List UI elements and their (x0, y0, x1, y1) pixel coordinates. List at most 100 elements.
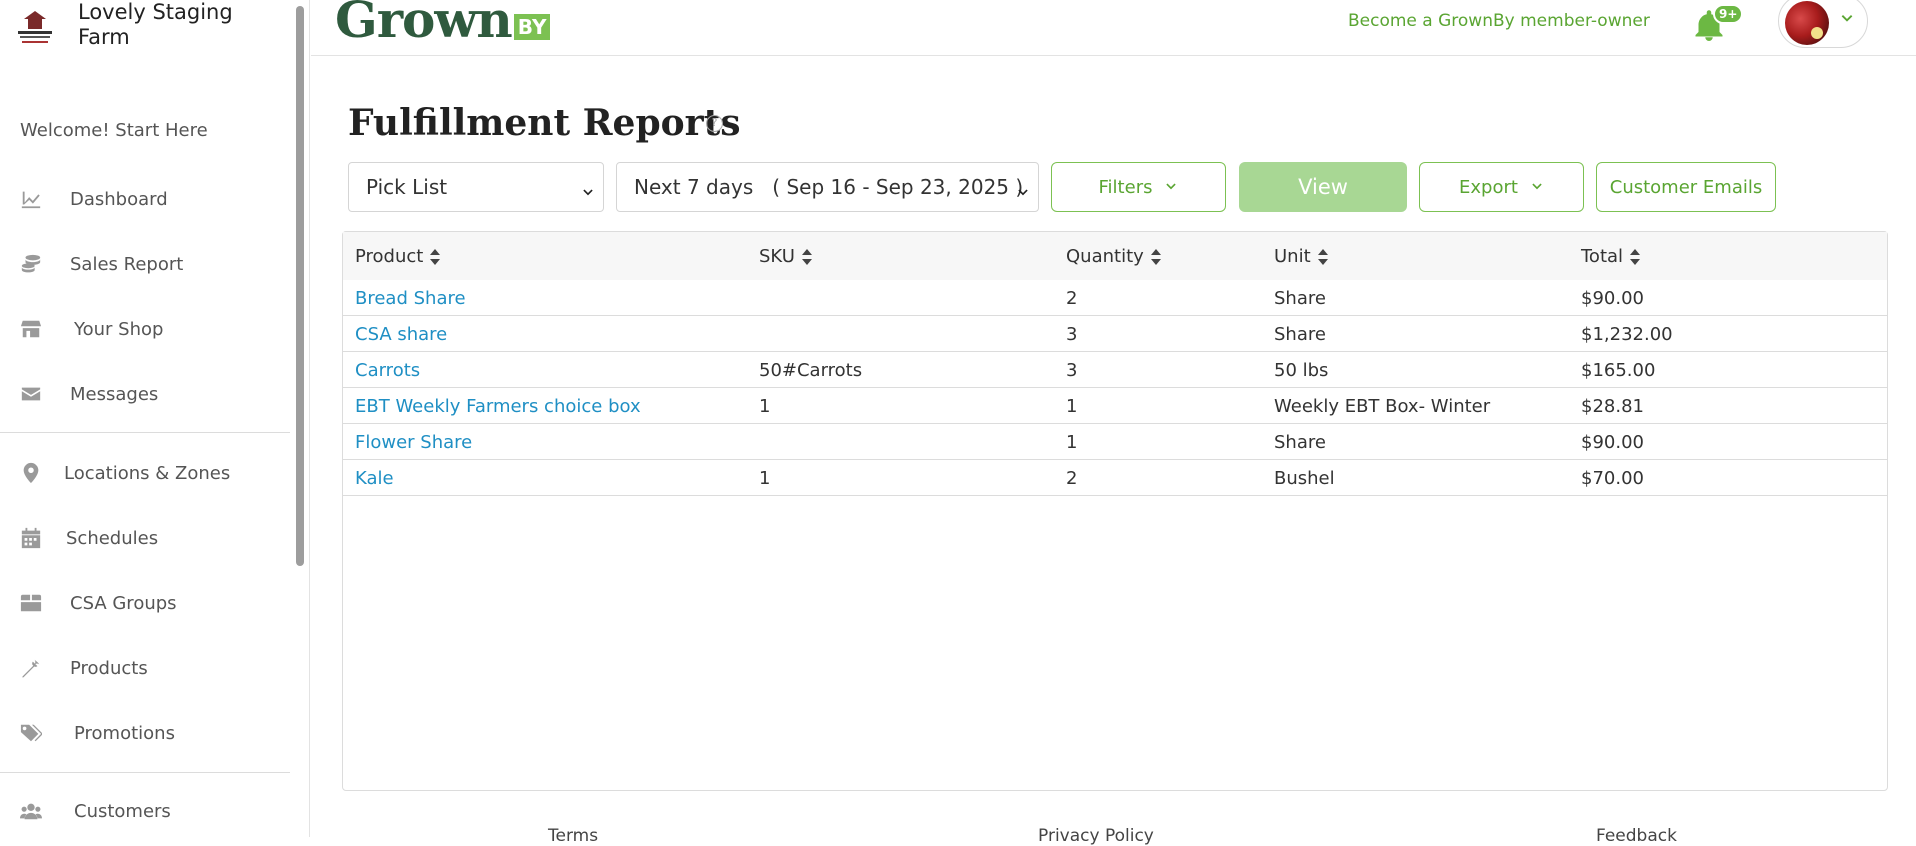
notification-badge: 9+ (1713, 4, 1744, 24)
envelope-icon (18, 381, 44, 407)
filters-button[interactable]: Filters (1051, 162, 1226, 212)
product-link[interactable]: CSA share (355, 324, 447, 345)
view-button[interactable]: View (1239, 162, 1407, 212)
unit-cell: Share (1274, 288, 1326, 309)
notifications-button[interactable]: 9+ (1691, 4, 1744, 44)
calendar-icon (18, 525, 44, 551)
sidebar-item-csa-groups[interactable]: CSA Groups (0, 581, 290, 625)
sidebar-divider (0, 432, 290, 433)
product-link[interactable]: Kale (355, 468, 394, 489)
chevron-down-icon (581, 181, 595, 196)
sidebar: Lovely Staging Farm Welcome! Start Here … (0, 0, 310, 837)
date-range-value: Next 7 days ( Sep 16 - Sep 23, 2025 ) (634, 175, 1024, 199)
page-title: Fulfillment Reports (348, 102, 741, 144)
date-range-select[interactable]: Next 7 days ( Sep 16 - Sep 23, 2025 ) (616, 162, 1039, 212)
export-label: Export (1459, 176, 1518, 198)
chevron-down-icon (1166, 183, 1177, 190)
sort-icon (1150, 248, 1162, 266)
table-row: CSA share 3 Share $1,232.00 (343, 316, 1887, 352)
sku-cell: 50#Carrots (759, 360, 863, 381)
table-header: Product SKU Quantity Unit Total (343, 232, 1887, 280)
sidebar-item-your-shop[interactable]: Your Shop (0, 307, 290, 351)
sidebar-item-label: Products (70, 657, 148, 679)
member-owner-link[interactable]: Become a GrownBy member-owner (1348, 11, 1650, 31)
chevron-down-icon (1839, 11, 1855, 27)
column-header-label: Product (355, 246, 424, 267)
total-cell: $1,232.00 (1581, 324, 1673, 345)
quantity-cell: 3 (1066, 360, 1078, 381)
sidebar-item-label: Locations & Zones (64, 462, 231, 484)
column-header-label: Quantity (1066, 246, 1144, 267)
product-link[interactable]: Flower Share (355, 432, 472, 453)
quantity-cell: 3 (1066, 324, 1078, 345)
report-type-select[interactable]: Pick List (348, 162, 604, 212)
customer-emails-button[interactable]: Customer Emails (1596, 162, 1776, 212)
sidebar-item-sales-report[interactable]: Sales Report (0, 242, 290, 286)
welcome-link[interactable]: Welcome! Start Here (20, 120, 208, 141)
sidebar-item-label: Dashboard (70, 188, 168, 210)
sidebar-item-dashboard[interactable]: Dashboard (0, 177, 290, 221)
top-bar: Grown BY Become a GrownBy member-owner 9… (311, 0, 1916, 56)
sidebar-item-promotions[interactable]: Promotions (0, 711, 290, 755)
sidebar-item-label: Messages (70, 383, 159, 405)
sidebar-item-label: Sales Report (70, 253, 184, 275)
sidebar-item-label: CSA Groups (70, 592, 177, 614)
sidebar-item-label: Promotions (74, 722, 175, 744)
tags-icon (18, 720, 44, 746)
table-row: Carrots 50#Carrots 3 50 lbs $165.00 (343, 352, 1887, 388)
coins-icon (18, 251, 44, 277)
product-link[interactable]: Carrots (355, 360, 420, 381)
quantity-cell: 1 (1066, 432, 1078, 453)
farm-header[interactable]: Lovely Staging Farm (12, 0, 292, 52)
total-cell: $70.00 (1581, 468, 1644, 489)
column-header-quantity[interactable]: Quantity (1066, 246, 1162, 267)
product-link[interactable]: Bread Share (355, 288, 466, 309)
customer-emails-label: Customer Emails (1609, 176, 1763, 198)
map-pin-icon (18, 460, 44, 486)
export-button[interactable]: Export (1419, 162, 1584, 212)
carrot-icon (18, 655, 44, 681)
product-link[interactable]: EBT Weekly Farmers choice box (355, 396, 641, 417)
sidebar-item-label: Your Shop (74, 318, 164, 340)
column-header-sku[interactable]: SKU (759, 246, 813, 267)
total-cell: $165.00 (1581, 360, 1656, 381)
column-header-product[interactable]: Product (355, 246, 441, 267)
sort-icon (429, 248, 441, 266)
chevron-down-icon (1532, 183, 1542, 190)
sku-cell: 1 (759, 396, 771, 417)
user-menu-button[interactable] (1778, 0, 1868, 48)
footer-terms-link[interactable]: Terms (548, 826, 598, 846)
sidebar-item-locations-zones[interactable]: Locations & Zones (0, 451, 290, 495)
brand-logo[interactable]: Grown BY (335, 0, 551, 50)
quantity-cell: 2 (1066, 288, 1078, 309)
sidebar-item-products[interactable]: Products (0, 646, 290, 690)
report-type-value: Pick List (366, 175, 448, 199)
chart-line-icon (18, 186, 44, 212)
column-header-label: Total (1581, 246, 1624, 267)
column-header-label: Unit (1274, 246, 1311, 267)
footer-privacy-link[interactable]: Privacy Policy (1038, 826, 1154, 846)
total-cell: $90.00 (1581, 288, 1644, 309)
total-cell: $28.81 (1581, 396, 1644, 417)
unit-cell: Bushel (1274, 468, 1335, 489)
column-header-total[interactable]: Total (1581, 246, 1641, 267)
footer-feedback-link[interactable]: Feedback (1596, 826, 1677, 846)
column-header-unit[interactable]: Unit (1274, 246, 1329, 267)
box-icon (18, 590, 44, 616)
sidebar-divider (0, 772, 290, 773)
sort-icon (801, 248, 813, 266)
sidebar-item-label: Schedules (66, 527, 159, 549)
table-row: Flower Share 1 Share $90.00 (343, 424, 1887, 460)
sort-icon (1317, 248, 1329, 266)
sidebar-scrollbar-thumb[interactable] (296, 6, 304, 566)
report-table: Product SKU Quantity Unit Total Bread Sh… (342, 231, 1888, 791)
unit-cell: Weekly EBT Box- Winter (1274, 396, 1491, 417)
sidebar-item-schedules[interactable]: Schedules (0, 516, 290, 560)
sidebar-item-messages[interactable]: Messages (0, 372, 290, 416)
help-icon[interactable]: ? (706, 115, 723, 132)
sidebar-item-customers[interactable]: Customers (0, 789, 290, 833)
quantity-cell: 1 (1066, 396, 1078, 417)
sidebar-item-label: Customers (74, 800, 171, 822)
table-row: EBT Weekly Farmers choice box 1 1 Weekly… (343, 388, 1887, 424)
store-icon (18, 316, 44, 342)
